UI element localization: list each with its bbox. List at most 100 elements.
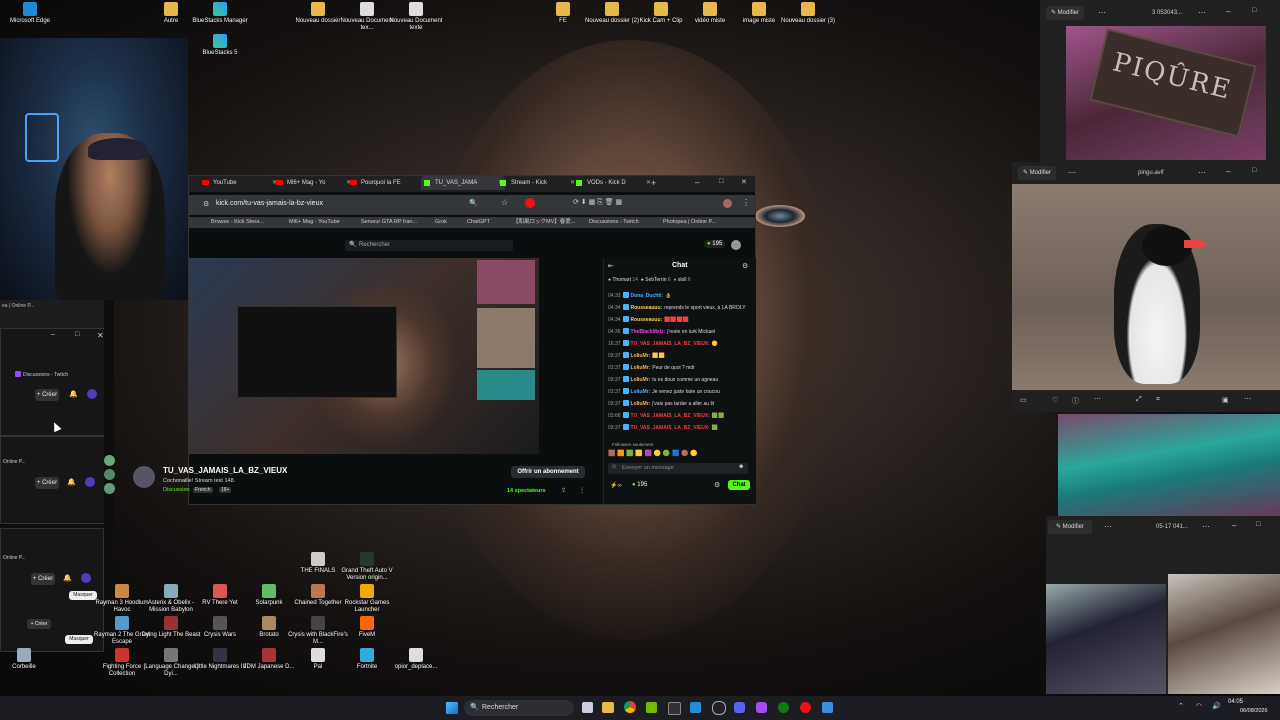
bookmark-mag[interactable]: Mi6+ Mag - YouTube <box>281 217 340 227</box>
gift-subscription-button[interactable]: Offrir un abonnement <box>511 466 585 478</box>
user-avatar[interactable] <box>731 240 741 250</box>
credits-badge[interactable]: ● 195 <box>704 240 726 248</box>
supporter-2[interactable]: ● SebTerrin 6 <box>641 277 671 283</box>
bookmark-gta[interactable]: Serveur GTA RP fran... <box>353 217 417 227</box>
photos-app-icon[interactable] <box>822 702 833 713</box>
maximize-button[interactable]: □ <box>1256 521 1260 528</box>
filmstrip-icon[interactable]: ▭ <box>1020 396 1027 404</box>
chat-message-user[interactable]: TheBlackMelz: <box>631 329 666 335</box>
start-button-icon[interactable] <box>446 702 458 714</box>
url-field[interactable]: kick.com/tu-vas-jamais-la-bz-vieux <box>216 200 323 207</box>
chat-message-user[interactable]: LoliuMr: <box>631 389 651 395</box>
supporter-1[interactable]: ● Thomart 14 <box>608 277 638 283</box>
volume-icon[interactable]: 🔊 <box>1212 702 1221 710</box>
bookmark-twitch[interactable]: Discussions - Twitch <box>581 217 639 227</box>
minimize-button[interactable]: – <box>1226 167 1230 176</box>
crop-icon[interactable]: ⌗ <box>1156 396 1160 404</box>
minimize-button[interactable]: – <box>695 178 699 187</box>
tag-category[interactable]: Discussion <box>163 487 190 493</box>
modifier-button[interactable]: ✎ Modifier <box>1046 6 1084 20</box>
desktop-icon-rockstar[interactable]: Rockstar Games Launcher <box>337 584 397 614</box>
supporter-3[interactable]: ● sloll 6 <box>673 277 690 283</box>
site-info-icon[interactable]: ⚙ <box>203 200 209 208</box>
channel-avatar[interactable] <box>133 466 155 488</box>
more-icon[interactable]: ⋯ <box>1244 395 1251 403</box>
chat-settings-icon[interactable]: ⚙ <box>742 262 748 270</box>
desktop-icon-corbeille[interactable]: Corbeille <box>0 648 54 671</box>
bookmark-kick[interactable]: Browse - Kick Strea... <box>203 217 264 227</box>
masquer-button[interactable]: Masquer <box>65 635 93 644</box>
fit-icon[interactable]: ⤢ <box>1136 396 1142 404</box>
maximize-button[interactable]: □ <box>719 178 723 185</box>
chat-collapse-icon[interactable]: ⇤ <box>608 262 614 270</box>
chat-points-icon[interactable]: ⚡∞ <box>610 482 622 489</box>
info-icon[interactable]: ⓘ <box>1072 396 1079 406</box>
desktop-icon-nouveau-dossier-3[interactable]: Nouveau dossier (3) <box>778 2 838 25</box>
avatar[interactable] <box>104 483 115 494</box>
more-icon[interactable]: ⋯ <box>1068 168 1076 177</box>
opera-icon[interactable] <box>525 198 535 208</box>
modifier-button[interactable]: ✎ Modifier <box>1018 166 1056 180</box>
avatar[interactable] <box>104 455 115 466</box>
modifier-button[interactable]: ✎ Modifier <box>1048 520 1092 534</box>
bell-icon[interactable]: 🔔 <box>69 390 78 398</box>
chat-message-user[interactable]: TU_VAS_JAMAIS_LA_BZ_VIEUX: <box>631 341 710 347</box>
avatar[interactable] <box>104 469 115 480</box>
tab-mag[interactable]: Mi6+ Mag - Yo ✕ <box>273 176 353 190</box>
clock-date[interactable]: 06/08/2026 <box>1240 708 1276 714</box>
bookmark-chatgpt[interactable]: ChatGPT <box>459 217 490 227</box>
chat-message-user[interactable]: Dona_Duchti: <box>631 293 664 299</box>
side-tab-discussions[interactable]: Discussions - Twitch <box>15 371 68 378</box>
chat-message-user[interactable]: Rousseauuu: <box>631 305 663 311</box>
chat-gear-icon[interactable]: ⚙ <box>714 481 720 489</box>
tab-kick-active[interactable]: TU_VAS_JAMA✕ <box>421 176 505 190</box>
check-app-icon[interactable] <box>690 702 701 713</box>
tab-stream[interactable]: Stream - Kick ✕ <box>497 176 577 190</box>
avatar[interactable] <box>85 477 95 487</box>
side-tab-photopea[interactable]: Online P... <box>3 459 26 465</box>
send-chat-button[interactable]: Chat <box>728 480 750 490</box>
bell-icon[interactable]: 🔔 <box>67 478 76 486</box>
zoom-icon[interactable]: 🔍 <box>469 199 478 207</box>
bookmark-photopea[interactable]: Photopea | Online P... <box>655 217 716 227</box>
more-icon[interactable]: ⋯ <box>1202 522 1210 531</box>
tab-pourquoi[interactable]: Pourquoi la FE✕ <box>347 176 427 190</box>
favorite-icon[interactable]: ♡ <box>1052 396 1058 404</box>
create-button[interactable]: + Créer <box>35 389 59 401</box>
more-icon[interactable]: ⋯ <box>1098 8 1106 17</box>
nvidia-icon[interactable] <box>646 702 657 713</box>
task-view-icon[interactable] <box>582 702 593 713</box>
opera-gx-icon[interactable] <box>800 702 811 713</box>
tag-language[interactable]: French <box>193 487 213 493</box>
taskbar-search[interactable]: 🔍 Rechercher <box>464 700 574 716</box>
file-explorer-icon[interactable] <box>602 702 614 713</box>
tab-vods[interactable]: VODs - Kick D ✕ <box>573 176 653 190</box>
desktop-icon-gta5[interactable]: Grand Theft Auto V Version origin... <box>337 552 397 582</box>
desktop-icon-opior[interactable]: opior_deplace... <box>386 648 446 671</box>
more-icon[interactable]: ⋯ <box>1094 395 1101 403</box>
bookmark-star-icon[interactable]: ☆ <box>501 198 508 207</box>
chat-message-user[interactable]: TU_VAS_JAMAIS_LA_BZ_VIEUX: <box>631 413 710 419</box>
avatar[interactable] <box>87 389 97 399</box>
minimize-button[interactable]: – <box>1232 521 1236 530</box>
desktop-icon-edge[interactable]: Microsoft Edge <box>0 2 60 25</box>
obs-icon[interactable] <box>712 701 726 715</box>
wifi-icon[interactable]: ◠ <box>1196 702 1202 710</box>
profile-avatar[interactable] <box>723 199 732 208</box>
share-icon[interactable]: ⇪ <box>561 487 566 494</box>
create-button[interactable]: + Créer <box>35 477 59 489</box>
more-icon[interactable]: ⋯ <box>1198 8 1206 17</box>
desktop-icon-fivem[interactable]: FiveM <box>337 616 397 639</box>
channel-name[interactable]: TU_VAS_JAMAIS_LA_BZ_VIEUX <box>163 466 287 475</box>
minimize-button[interactable]: – <box>1226 7 1230 16</box>
create-button[interactable]: + Créer <box>27 619 51 629</box>
extensions-icon[interactable]: ⟳ ⬇ ▦ ⎘ 🗑 ▦ <box>573 198 622 207</box>
emoji-icon[interactable]: ☻ <box>738 464 744 470</box>
avatar[interactable] <box>81 573 91 583</box>
create-button[interactable]: + Créer <box>31 573 55 585</box>
tag-mature[interactable]: 18+ <box>219 487 232 493</box>
desktop-icon-bluestacks-manager[interactable]: BlueStacks Manager <box>190 2 250 25</box>
discord-icon[interactable] <box>734 702 745 713</box>
close-button[interactable]: ✕ <box>97 331 104 340</box>
kick-search[interactable]: 🔍 Rechercher <box>345 240 513 251</box>
